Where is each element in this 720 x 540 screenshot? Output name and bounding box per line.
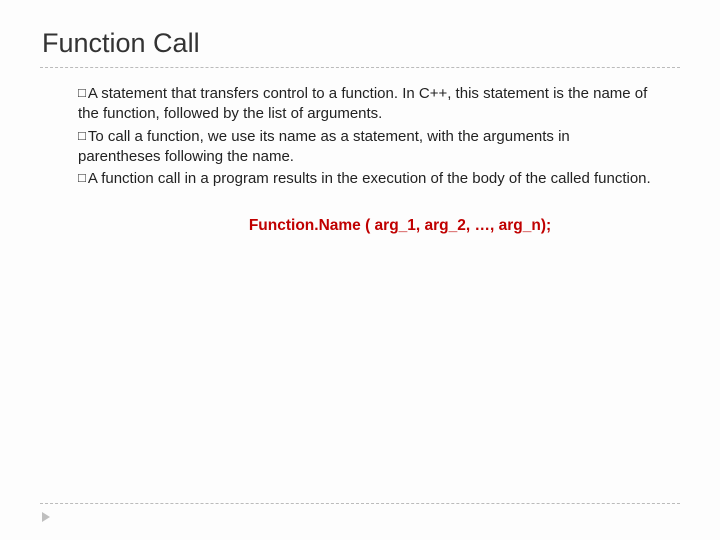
square-bullet-icon: □ [78,85,86,100]
slide: Function Call □A statement that transfer… [0,0,720,235]
list-item: □A function call in a program results in… [78,169,654,189]
bullet-text: To call a function, we use its name as a… [78,128,570,165]
list-item: □A statement that transfers control to a… [78,84,654,125]
title-divider [40,67,680,68]
syntax-example: Function.Name ( arg_1, arg_2, …, arg_n); [40,217,680,235]
footer-divider [40,503,680,504]
square-bullet-icon: □ [78,170,86,185]
square-bullet-icon: □ [78,128,86,143]
bullet-text: A function call in a program results in … [88,170,651,187]
play-arrow-icon [42,512,50,522]
bullet-list: □A statement that transfers control to a… [40,84,680,189]
list-item: □To call a function, we use its name as … [78,127,654,168]
bullet-text: A statement that transfers control to a … [78,85,647,122]
page-title: Function Call [40,28,680,59]
